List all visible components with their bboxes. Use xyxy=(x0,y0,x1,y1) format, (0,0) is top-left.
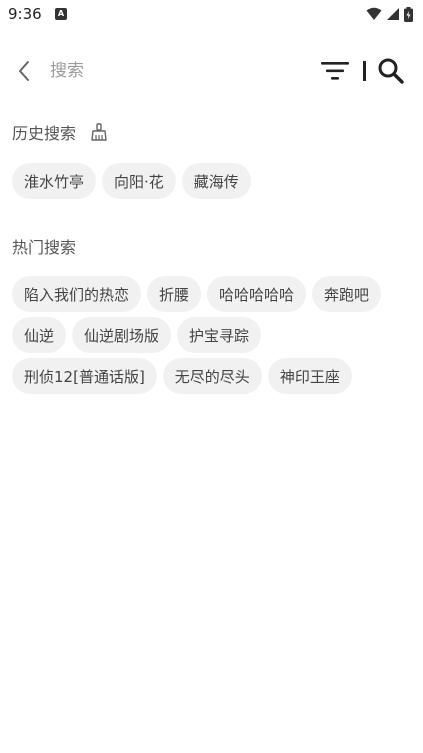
signal-icon xyxy=(387,8,399,20)
hot-title: 热门搜索 xyxy=(12,238,77,257)
hot-chip[interactable]: 哈哈哈哈哈 xyxy=(207,276,307,312)
history-chip[interactable]: 向阳·花 xyxy=(102,163,176,199)
hot-section-header: 热门搜索 xyxy=(12,235,76,257)
hot-chip[interactable]: 仙逆 xyxy=(12,317,67,353)
search-header xyxy=(0,50,423,92)
filter-icon xyxy=(321,62,349,80)
hot-chip-row: 仙逆 仙逆剧场版 护宝寻踪 xyxy=(12,317,262,353)
header-divider xyxy=(363,61,366,81)
hot-chip[interactable]: 折腰 xyxy=(147,276,202,312)
battery-icon xyxy=(404,6,413,22)
wifi-icon xyxy=(366,7,382,20)
status-indicators xyxy=(366,6,413,22)
status-bar: 9:36 A xyxy=(0,0,423,30)
status-time: 9:36 xyxy=(8,5,42,23)
chevron-left-icon xyxy=(19,61,29,81)
search-icon xyxy=(378,58,404,84)
search-button[interactable] xyxy=(377,57,405,85)
hot-chip-row: 刑侦12[普通话版] 无尽的尽头 神印王座 xyxy=(12,358,352,394)
filter-button[interactable] xyxy=(320,59,350,83)
hot-chip[interactable]: 陷入我们的热恋 xyxy=(12,276,142,312)
hot-chip[interactable]: 刑侦12[普通话版] xyxy=(12,358,157,394)
history-chip-list: 淮水竹亭 向阳·花 藏海传 xyxy=(12,163,251,199)
history-chip[interactable]: 淮水竹亭 xyxy=(12,163,97,199)
hot-chip[interactable]: 神印王座 xyxy=(267,358,352,394)
history-section-header: 历史搜索 xyxy=(12,121,108,143)
broom-icon xyxy=(91,123,107,141)
hot-chip[interactable]: 护宝寻踪 xyxy=(177,317,262,353)
notification-app-icon: A xyxy=(55,8,67,20)
history-title: 历史搜索 xyxy=(12,124,77,143)
search-input[interactable] xyxy=(50,58,290,84)
hot-chip[interactable]: 无尽的尽头 xyxy=(162,358,262,394)
clear-history-button[interactable] xyxy=(90,122,108,142)
hot-chip[interactable]: 仙逆剧场版 xyxy=(72,317,172,353)
history-chip[interactable]: 藏海传 xyxy=(181,163,251,199)
hot-chip-row: 陷入我们的热恋 折腰 哈哈哈哈哈 奔跑吧 xyxy=(12,276,382,312)
back-button[interactable] xyxy=(12,58,36,84)
hot-chip[interactable]: 奔跑吧 xyxy=(312,276,382,312)
